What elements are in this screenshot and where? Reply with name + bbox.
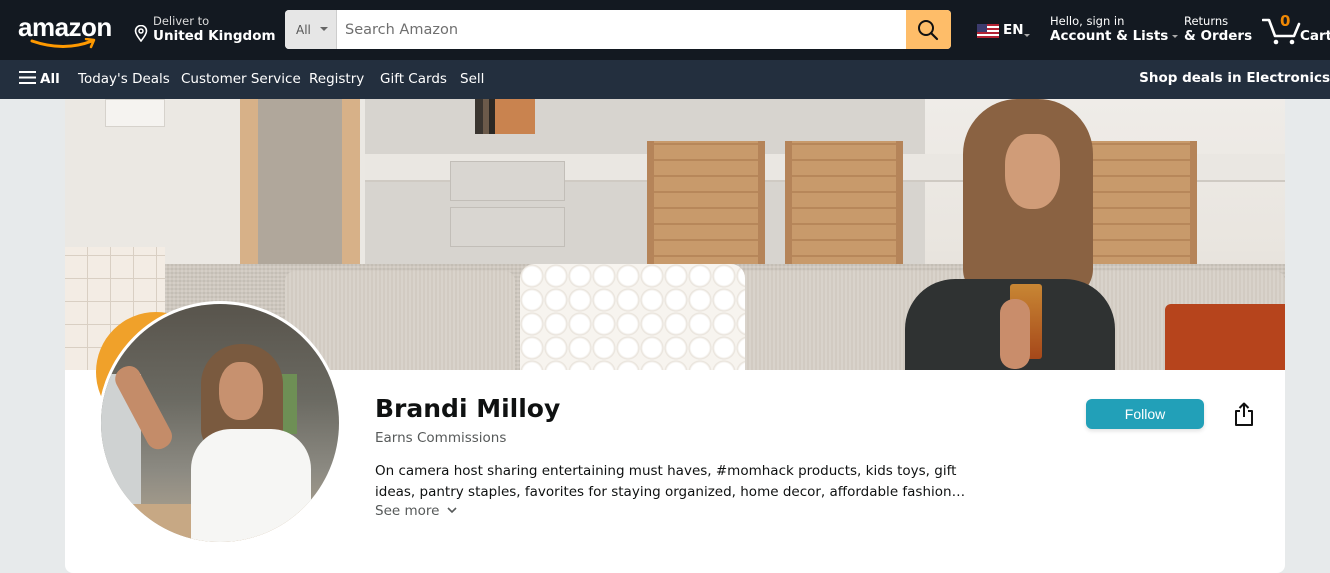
see-more-link[interactable]: See more	[375, 503, 457, 519]
banner-orange-pillow	[1165, 304, 1285, 370]
sub-nav: All Today's Deals Customer Service Regis…	[0, 60, 1330, 99]
banner-chair	[647, 141, 765, 271]
deliver-country: United Kingdom	[153, 28, 276, 44]
returns-label: Returns	[1184, 14, 1229, 28]
avatar-person-face	[219, 362, 263, 420]
profile-bio: On camera host sharing entertaining must…	[375, 463, 957, 500]
profile-avatar	[98, 301, 342, 545]
banner-knot-pillow	[520, 264, 745, 370]
search-input[interactable]	[337, 10, 906, 49]
caret-down-icon	[320, 27, 328, 31]
account-greeting: Hello, sign in	[1050, 14, 1125, 28]
follow-button[interactable]: Follow	[1086, 399, 1204, 429]
avatar-photo	[101, 304, 339, 542]
share-icon	[1235, 402, 1253, 426]
banner-chair	[1079, 141, 1197, 271]
orders-label: & Orders	[1184, 28, 1253, 44]
search-icon	[918, 20, 939, 41]
banner-books	[475, 99, 535, 134]
smile-arrow-icon	[30, 38, 96, 49]
all-menu-button[interactable]: All	[19, 71, 60, 87]
all-menu-label: All	[40, 71, 60, 87]
profile-name: Brandi Milloy	[375, 394, 561, 423]
shop-deals-electronics-link[interactable]: Shop deals in Electronics	[1139, 70, 1330, 86]
cart-count: 0	[1280, 12, 1291, 30]
caret-down-icon	[1172, 34, 1179, 38]
nav-sell[interactable]: Sell	[460, 71, 484, 87]
banner-chair	[785, 141, 903, 271]
search-bar: All	[285, 10, 951, 49]
account-label: Account & Lists	[1050, 28, 1169, 44]
nav-gift-cards[interactable]: Gift Cards	[380, 71, 447, 87]
language-code: EN	[1003, 22, 1024, 38]
top-nav: amazon Deliver to United Kingdom All EN	[0, 0, 1330, 60]
banner-person-arm	[1000, 299, 1030, 369]
search-category-dropdown[interactable]: All	[285, 10, 337, 49]
nav-todays-deals[interactable]: Today's Deals	[78, 71, 170, 87]
deliver-label: Deliver to	[153, 14, 210, 28]
see-more-label: See more	[375, 503, 440, 519]
hamburger-menu-icon	[19, 71, 36, 84]
nav-customer-service[interactable]: Customer Service	[181, 71, 301, 87]
returns-and-orders[interactable]: Returns & Orders	[1184, 14, 1252, 44]
search-category-label: All	[296, 23, 311, 37]
chevron-down-icon	[447, 507, 457, 514]
share-button[interactable]	[1232, 401, 1256, 427]
banner-door	[240, 99, 360, 274]
account-and-lists[interactable]: Hello, sign in Account & Lists	[1050, 14, 1179, 44]
caret-down-icon	[1024, 34, 1030, 37]
cart-button[interactable]: 0 Cart	[1262, 12, 1330, 48]
search-button[interactable]	[906, 10, 951, 49]
nav-registry[interactable]: Registry	[309, 71, 364, 87]
banner-light-switch	[105, 99, 165, 127]
us-flag-icon	[977, 24, 999, 38]
banner-person-face	[1005, 134, 1060, 209]
location-pin-icon	[134, 25, 148, 42]
banner-drawer	[450, 207, 565, 247]
amazon-logo[interactable]: amazon	[16, 10, 120, 50]
earns-commissions-label: Earns Commissions	[375, 430, 507, 446]
cart-label: Cart	[1300, 28, 1330, 44]
avatar-person-dress	[191, 429, 311, 542]
banner-drawer	[450, 161, 565, 201]
